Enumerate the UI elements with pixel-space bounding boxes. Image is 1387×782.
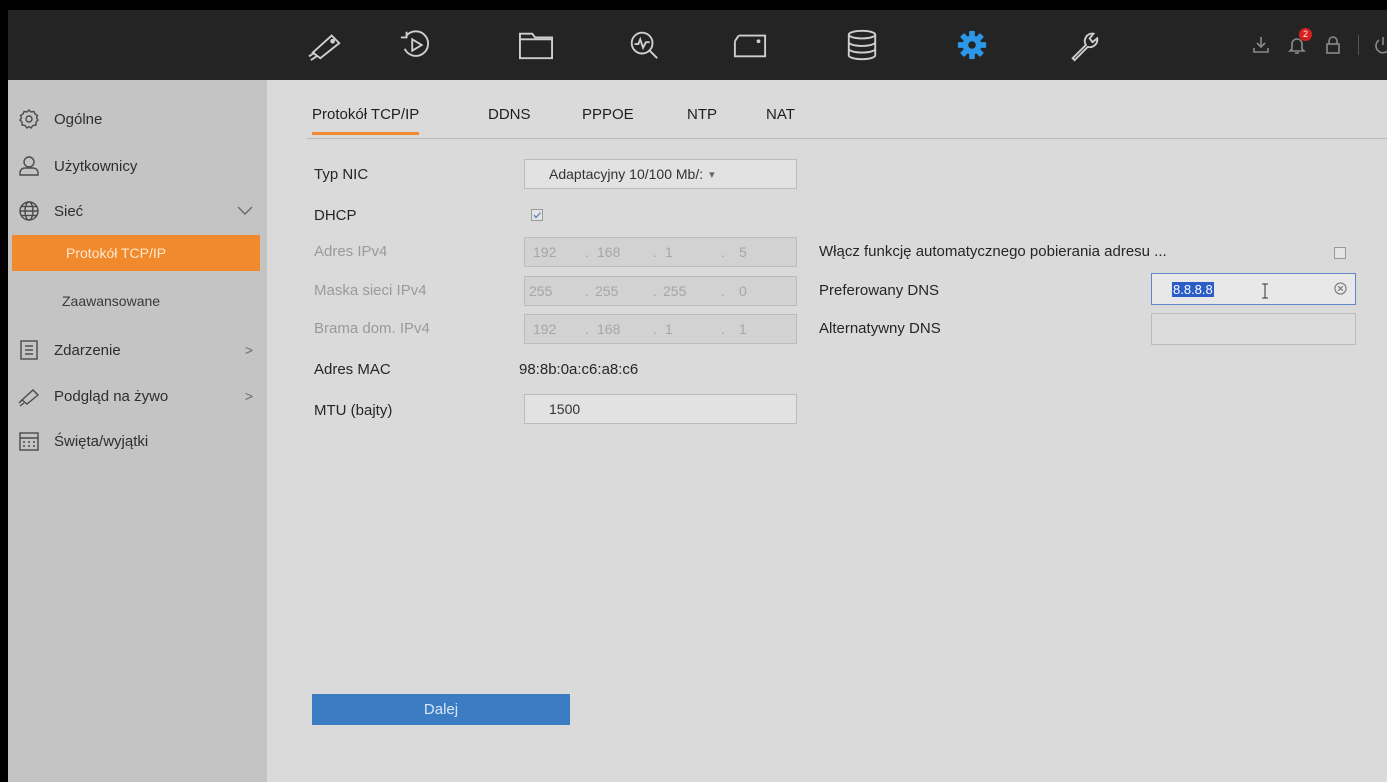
sidebar-item-label: Użytkownicy xyxy=(54,157,138,175)
sidebar-item-label: Sieć xyxy=(54,202,84,220)
gateway-field[interactable]: 192 . 168 . 1 . 1 xyxy=(524,314,797,344)
subnet-mask-field[interactable]: 255 . 255 . 255 . 0 xyxy=(524,276,797,306)
ipv4-octet-2: 168 xyxy=(597,244,621,260)
nic-type-select[interactable]: Adaptacyjny 10/100 Mb/: ▾ xyxy=(524,159,797,189)
gateway-label: Brama dom. IPv4 xyxy=(314,320,430,337)
globe-icon xyxy=(18,200,40,222)
lock-icon[interactable] xyxy=(1322,34,1344,56)
subnet-mask-label: Maska sieci IPv4 xyxy=(314,282,427,299)
chevron-right-icon: > xyxy=(244,388,253,404)
event-list-icon xyxy=(18,339,40,361)
live-view-camera-icon[interactable] xyxy=(304,24,348,66)
ipv4-dot: . xyxy=(653,244,657,260)
sidebar-item-label: Zdarzenie xyxy=(54,341,121,359)
mask-dot: . xyxy=(585,283,589,299)
sidebar-item-users[interactable]: Użytkownicy xyxy=(8,146,267,186)
file-management-icon[interactable] xyxy=(514,24,558,66)
auto-dns-label: Włącz funkcję automatycznego pobierania … xyxy=(819,243,1167,260)
sidebar-item-label: Podgląd na żywo xyxy=(54,387,169,405)
preferred-dns-value: 8.8.8.8 xyxy=(1172,281,1214,297)
mtu-label: MTU (bajty) xyxy=(314,402,393,419)
mtu-value: 1500 xyxy=(549,401,581,417)
ipv4-dot: . xyxy=(721,244,725,260)
ipv4-label: Adres IPv4 xyxy=(314,243,388,260)
auto-dns-checkbox[interactable] xyxy=(1334,247,1346,259)
gateway-octet-1: 192 xyxy=(533,321,557,337)
mask-octet-3: 255 xyxy=(663,283,687,299)
clear-input-icon[interactable] xyxy=(1334,282,1347,295)
text-cursor-icon xyxy=(1262,283,1268,299)
sidebar-item-label: Święta/wyjątki xyxy=(54,432,149,450)
next-button[interactable]: Dalej xyxy=(312,694,570,725)
divider xyxy=(1358,35,1359,55)
tab-tcpip[interactable]: Protokół TCP/IP xyxy=(312,106,420,135)
app-window: 2 Ogólne Użytkownicy Sieć Protokół TCP/I… xyxy=(8,10,1387,782)
sidebar-item-general[interactable]: Ogólne xyxy=(8,99,267,139)
mtu-input[interactable]: 1500 xyxy=(524,394,797,424)
sidebar-item-holidays[interactable]: Święta/wyjątki xyxy=(8,421,267,461)
alternate-dns-input[interactable] xyxy=(1151,313,1356,345)
calendar-icon xyxy=(18,430,40,452)
sidebar-subitem-label: Zaawansowane xyxy=(62,293,161,309)
chevron-right-icon: > xyxy=(244,342,253,358)
configuration-gear-icon[interactable] xyxy=(950,24,994,66)
gateway-octet-3: 1 xyxy=(665,321,673,337)
maintenance-wrench-icon[interactable] xyxy=(1062,24,1106,66)
smart-analysis-icon[interactable] xyxy=(622,24,666,66)
tab-ntp[interactable]: NTP xyxy=(687,106,717,132)
gateway-octet-2: 168 xyxy=(597,321,621,337)
dhcp-label: DHCP xyxy=(314,207,357,224)
preferred-dns-input[interactable]: 8.8.8.8 xyxy=(1151,273,1356,305)
main-panel: Protokół TCP/IP DDNS PPPOE NTP NAT Typ N… xyxy=(267,80,1387,782)
sidebar-item-event[interactable]: Zdarzenie > xyxy=(8,330,267,370)
ipv4-field[interactable]: 192 . 168 . 1 . 5 xyxy=(524,237,797,267)
gateway-dot: . xyxy=(721,321,725,337)
sidebar-item-label: Ogólne xyxy=(54,110,103,128)
mask-octet-1: 255 xyxy=(529,283,553,299)
mask-dot: . xyxy=(721,283,725,299)
gateway-octet-4: 1 xyxy=(739,321,747,337)
sidebar-item-live-view[interactable]: Podgląd na żywo > xyxy=(8,376,267,416)
user-icon xyxy=(18,155,40,177)
tab-nat[interactable]: NAT xyxy=(766,106,795,132)
top-navigation-bar: 2 xyxy=(8,10,1387,80)
sidebar-item-network[interactable]: Sieć xyxy=(8,191,267,231)
ipv4-octet-4: 5 xyxy=(739,244,747,260)
mask-octet-2: 255 xyxy=(595,283,619,299)
tab-pppoe[interactable]: PPPOE xyxy=(582,106,634,132)
alarm-count-badge: 2 xyxy=(1299,28,1312,41)
mac-address-value: 98:8b:0a:c6:a8:c6 xyxy=(519,361,639,378)
power-icon[interactable] xyxy=(1373,34,1387,56)
ipv4-octet-3: 1 xyxy=(665,244,673,260)
sidebar-subitem-advanced[interactable]: Zaawansowane xyxy=(8,283,267,319)
camera-icon xyxy=(18,385,40,407)
sidebar-subitem-label: Protokół TCP/IP xyxy=(66,245,167,261)
sidebar-subitem-tcpip[interactable]: Protokół TCP/IP xyxy=(12,235,260,271)
monitor-icon[interactable] xyxy=(728,24,772,66)
mac-address-label: Adres MAC xyxy=(314,361,391,378)
mask-octet-4: 0 xyxy=(739,283,747,299)
gateway-dot: . xyxy=(585,321,589,337)
ipv4-octet-1: 192 xyxy=(533,244,557,260)
nic-type-label: Typ NIC xyxy=(314,166,369,183)
gear-outline-icon xyxy=(18,108,40,130)
dropdown-arrow-icon: ▾ xyxy=(709,168,715,181)
alternate-dns-label: Alternatywny DNS xyxy=(819,320,941,337)
alarm-bell-icon[interactable]: 2 xyxy=(1286,28,1312,56)
playback-icon[interactable] xyxy=(394,24,438,66)
download-icon[interactable] xyxy=(1250,34,1272,56)
dhcp-checkbox[interactable] xyxy=(531,209,543,221)
nic-type-value: Adaptacyjny 10/100 Mb/: xyxy=(549,166,704,182)
tab-ddns[interactable]: DDNS xyxy=(488,106,531,132)
ipv4-dot: . xyxy=(585,244,589,260)
preferred-dns-label: Preferowany DNS xyxy=(819,282,940,299)
chevron-down-icon xyxy=(237,203,253,219)
mask-dot: . xyxy=(653,283,657,299)
sidebar: Ogólne Użytkownicy Sieć Protokół TCP/IP … xyxy=(8,80,267,782)
tab-bar: Protokół TCP/IP DDNS PPPOE NTP NAT xyxy=(307,80,1387,139)
status-cluster: 2 xyxy=(1250,28,1387,58)
gateway-dot: . xyxy=(653,321,657,337)
storage-icon[interactable] xyxy=(840,24,884,66)
